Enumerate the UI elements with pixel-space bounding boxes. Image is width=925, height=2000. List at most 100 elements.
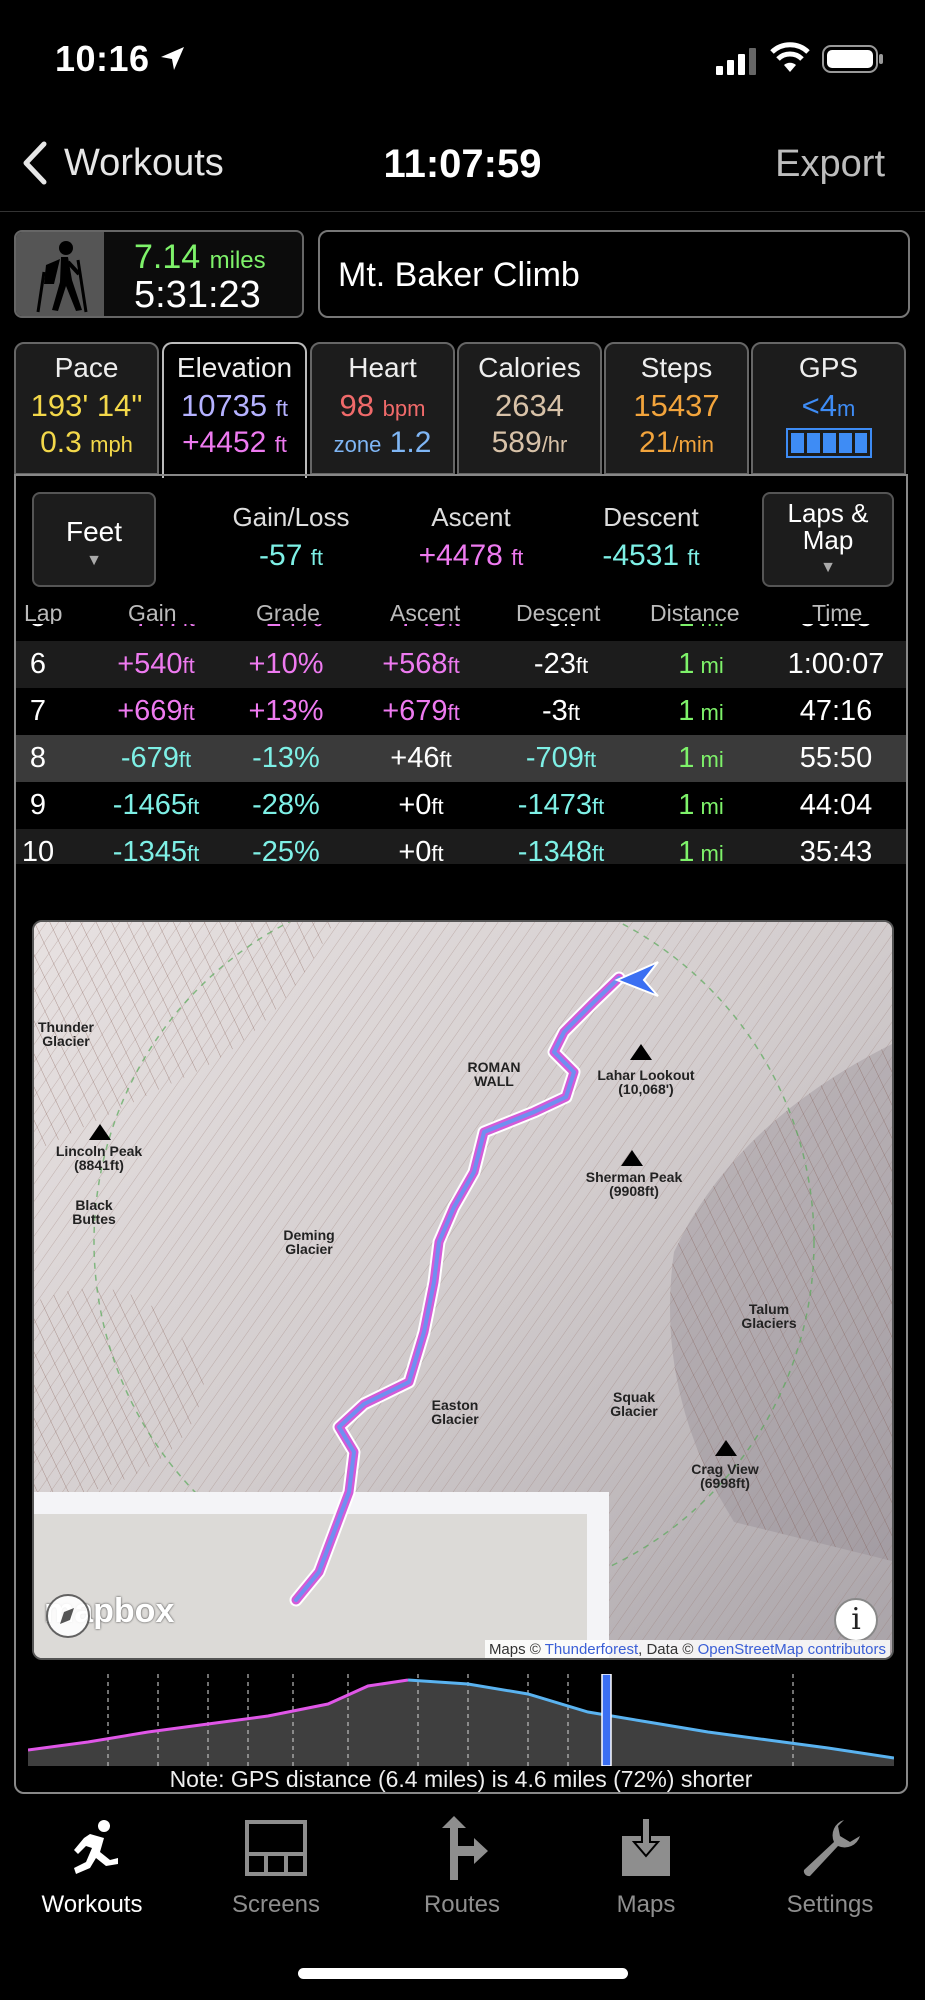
map-label: Lahar Lookout (10,068') <box>597 1067 695 1097</box>
navigation-bar: Workouts 11:07:59 Export <box>0 130 925 212</box>
lap-cell-dist: 1 mi <box>678 695 724 727</box>
map-label: Easton Glacier <box>431 1397 479 1427</box>
lap-cell-ascent: +679ft <box>382 695 460 727</box>
tab-label: Workouts <box>41 1891 143 1918</box>
map-attribution: Maps © Thunderforest, Data © OpenStreetM… <box>484 1640 890 1658</box>
wifi-icon <box>770 42 810 72</box>
lap-cell-descent: -1348ft <box>517 836 605 864</box>
summary-distance: 7.14 miles <box>134 238 266 276</box>
table-row[interactable]: 9 -1465ft -28% +0ft -1473ft 1 mi 44:04 <box>16 782 906 829</box>
lap-cell-ascent: +0ft <box>398 789 444 821</box>
map-label: Talum Glaciers <box>741 1301 797 1331</box>
status-bar: 10:16 <box>0 0 925 120</box>
metric-tabs: Pace 193' 14" 0.3 mph Elevation 10735 ft… <box>14 342 908 478</box>
map-info-icon[interactable]: i <box>834 1598 878 1642</box>
mapbox-logo: mapbox <box>44 1592 174 1638</box>
table-row[interactable]: 7 +669ft +13% +679ft -3ft 1 mi 47:16 <box>16 688 906 735</box>
laps-map-label: Laps & Map <box>787 498 869 555</box>
tab-settings[interactable]: Settings <box>738 1816 922 1919</box>
profile-cursor <box>601 1674 612 1766</box>
summary-duration: 5:31:23 <box>134 274 261 316</box>
elevation-gain-value: +4452 ft <box>182 426 287 459</box>
tab-routes[interactable]: Routes <box>370 1816 554 1919</box>
lap-cell-grade: +14% <box>216 624 356 634</box>
workout-name-field[interactable]: Mt. Baker Climb <box>318 230 910 318</box>
lap-cell-time: 1:00:07 <box>787 648 885 680</box>
topo-map <box>34 922 892 1658</box>
laps-map-button[interactable]: Laps & Map ▼ <box>762 492 894 587</box>
lap-cell-time: 55:50 <box>799 742 873 774</box>
lap-table[interactable]: 5+747ft+14%+748ft0ft1 mi56:256+540ft+10%… <box>16 624 906 864</box>
lap-cell-time: 47:16 <box>799 695 873 727</box>
pace-value: 193' 14" <box>30 388 143 423</box>
elevation-panel: Feet ▼ Gain/Loss -57 ft Ascent +4478 ft … <box>14 474 908 1794</box>
lap-cell-ascent: +748ft <box>346 624 496 634</box>
descent-stat: Descent -4531 ft <box>602 502 700 572</box>
tab-gps[interactable]: GPS <4m <box>751 342 906 475</box>
tab-elevation[interactable]: Elevation 10735 ft +4452 ft <box>162 342 307 478</box>
lap-cell-ascent: +0ft <box>398 836 444 864</box>
gps-signal-bars-icon <box>785 428 872 458</box>
tab-workouts[interactable]: Workouts <box>0 1816 184 1919</box>
map-label: Lincoln Peak (8841ft) <box>55 1143 143 1173</box>
route-map[interactable]: Thunder Glacier ROMAN WALL Lahar Lookout… <box>32 920 894 1660</box>
tab-maps[interactable]: Maps <box>554 1816 738 1919</box>
hiker-icon <box>16 232 104 316</box>
gain-loss-stat: Gain/Loss -57 ft <box>232 502 350 572</box>
cellular-signal-icon <box>716 48 756 75</box>
tab-label: Maps <box>616 1891 676 1918</box>
lap-cell-grade: -28% <box>252 789 320 821</box>
tab-label: Screens <box>231 1891 321 1918</box>
table-row[interactable]: 5 +747ft+14%+748ft0ft1 mi56:25 <box>16 624 906 641</box>
triangle-down-icon: ▼ <box>820 559 836 576</box>
lap-cell-grade: -25% <box>252 836 320 864</box>
table-row[interactable]: 8 -679ft -13% +46ft -709ft 1 mi 55:50 <box>16 735 906 782</box>
lap-cell-grade: -13% <box>252 742 320 774</box>
lap-cell-dist: 1 mi <box>678 789 724 821</box>
export-button[interactable]: Export <box>775 143 885 186</box>
steps-value: 15437 <box>633 388 720 423</box>
home-indicator <box>298 1968 628 1979</box>
tab-pace[interactable]: Pace 193' 14" 0.3 mph <box>14 342 159 475</box>
elevation-value: 10735 ft <box>180 388 289 423</box>
elevation-profile[interactable] <box>28 1674 894 1766</box>
maps-icon <box>622 1817 670 1876</box>
speed-value: 0.3 mph <box>40 426 133 459</box>
lap-cell-descent: -709ft <box>525 742 597 774</box>
lap-cell-grade: +10% <box>248 648 324 680</box>
battery-icon <box>822 45 883 73</box>
status-time: 10:16 <box>55 38 150 79</box>
lap-cell-descent: -1473ft <box>517 789 605 821</box>
tab-calories[interactable]: Calories 2634 589/hr <box>457 342 602 475</box>
map-label: ROMAN WALL <box>467 1059 521 1089</box>
lap-cell-time: 56:25 <box>766 624 906 634</box>
lap-cell-gain: -679ft <box>120 742 192 774</box>
tab-screens[interactable]: Screens <box>184 1816 368 1919</box>
cadence-value: 21/min <box>639 426 714 459</box>
table-row[interactable]: 6 +540ft +10% +568ft -23ft 1 mi 1:00:07 <box>16 641 906 688</box>
map-label: Squak Glacier <box>610 1389 658 1419</box>
gps-accuracy-value: <4m <box>801 388 856 423</box>
lap-cell-gain: -1345ft <box>112 836 200 864</box>
tab-steps[interactable]: Steps 15437 21/min <box>604 342 749 475</box>
lap-cell-descent: -3ft <box>541 695 581 727</box>
workout-summary[interactable]: 7.14 miles 5:31:23 <box>14 230 304 318</box>
lap-cell-dist: 1 mi <box>626 624 776 634</box>
table-row[interactable]: 10 -1345ft -25% +0ft -1348ft 1 mi 35:43 <box>16 829 906 864</box>
units-button[interactable]: Feet ▼ <box>32 492 156 587</box>
tab-heart[interactable]: Heart 98 bpm zone 1.2 <box>310 342 455 475</box>
lap-cell-lap: 6 <box>29 648 47 680</box>
lap-cell-grade: +13% <box>248 695 324 727</box>
lap-cell-lap: 9 <box>29 789 47 821</box>
map-label: Sherman Peak (9908ft) <box>585 1169 683 1199</box>
heart-rate-value: 98 bpm <box>339 388 426 423</box>
lap-cell-gain: +669ft <box>117 695 195 727</box>
mapbox-logo-icon <box>46 1594 90 1638</box>
tab-title: Calories <box>478 352 581 383</box>
openstreetmap-link[interactable]: OpenStreetMap contributors <box>698 1641 886 1658</box>
thunderforest-link[interactable]: Thunderforest <box>545 1641 638 1658</box>
lap-cell-ascent: +46ft <box>390 742 452 774</box>
tab-label: Settings <box>786 1891 874 1918</box>
triangle-down-icon: ▼ <box>86 552 102 569</box>
heart-zone-value: zone 1.2 <box>333 426 432 459</box>
